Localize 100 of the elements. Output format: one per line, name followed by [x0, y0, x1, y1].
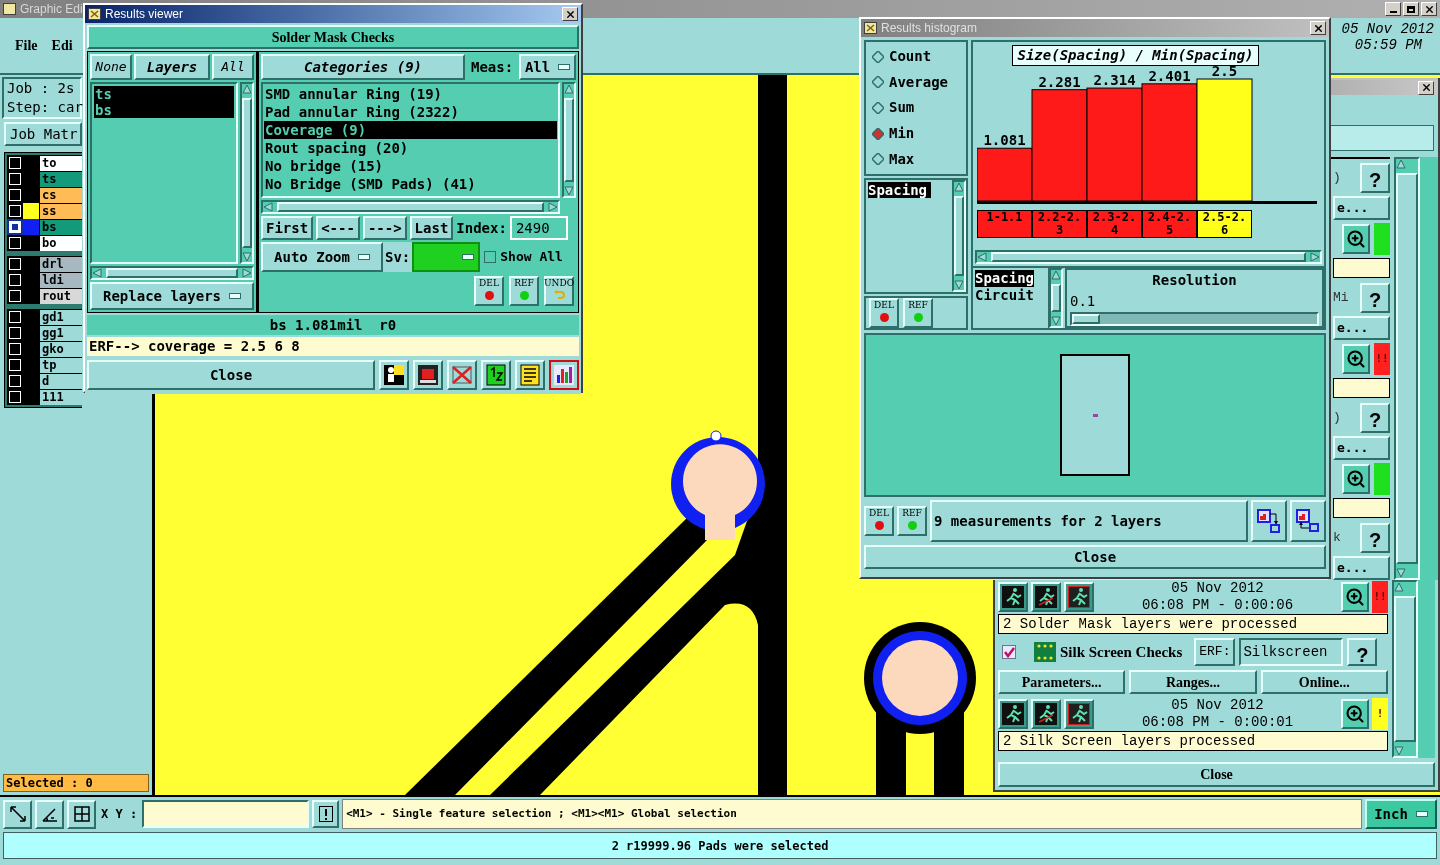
category-list-item[interactable]: Rout spacing (20): [264, 139, 557, 157]
layer-name[interactable]: to: [40, 155, 82, 171]
mode-radio[interactable]: Count: [872, 46, 966, 68]
attribute-list-item[interactable]: Spacing: [975, 270, 1034, 287]
categories-button[interactable]: Categories (9): [261, 54, 465, 80]
settings-button[interactable]: Online...: [1260, 670, 1388, 694]
layer-name[interactable]: 111: [40, 389, 82, 405]
category-list-item[interactable]: Pad annular Ring (2322): [264, 103, 557, 121]
close-button[interactable]: Close: [87, 360, 375, 390]
scrollbar[interactable]: [1394, 157, 1420, 580]
select-button[interactable]: None: [90, 54, 132, 80]
replace-mode-dropdown[interactable]: Replace layers: [90, 282, 254, 310]
category-list-item[interactable]: Coverage (9): [264, 121, 557, 139]
slider-thumb[interactable]: [1072, 314, 1100, 324]
category-list-item[interactable]: No Bridge (SMD Pads) (41): [264, 175, 557, 193]
nav-button[interactable]: --->: [362, 216, 407, 240]
scrollbar[interactable]: [562, 82, 576, 198]
import-button[interactable]: [1290, 500, 1326, 542]
layer-name[interactable]: ts: [40, 171, 82, 187]
refresh-button[interactable]: REF: [509, 276, 539, 306]
help-button[interactable]: ?: [1347, 638, 1378, 666]
help-button[interactable]: ?: [1360, 523, 1390, 553]
delete-button[interactable]: DEL: [869, 298, 899, 328]
scrollbar[interactable]: [90, 266, 254, 280]
layer-checkbox[interactable]: [7, 288, 23, 304]
layer-name[interactable]: gg1: [40, 325, 82, 341]
layer-name[interactable]: ldi: [40, 272, 82, 288]
layer-name[interactable]: bs: [40, 219, 82, 235]
layer-name[interactable]: drl: [40, 256, 82, 272]
refresh-button[interactable]: REF: [903, 298, 933, 328]
more-button[interactable]: e...: [1333, 316, 1390, 340]
layer-name[interactable]: gd1: [40, 309, 82, 325]
scrollbar[interactable]: [240, 82, 254, 264]
layer-checkbox[interactable]: [7, 203, 23, 219]
delete-button[interactable]: DEL: [864, 506, 894, 536]
category-list-item[interactable]: SMD annular Ring (19): [264, 85, 557, 103]
layer-checkbox[interactable]: [7, 357, 23, 373]
zoom-button[interactable]: [1342, 464, 1370, 494]
mode-radio[interactable]: Min: [872, 123, 966, 145]
attribute-list-item[interactable]: Circuit: [975, 287, 1034, 304]
layer-list-item[interactable]: bs: [94, 102, 234, 118]
export-button[interactable]: [1251, 500, 1287, 542]
minimize-button[interactable]: [1385, 2, 1401, 16]
layer-checkbox[interactable]: [7, 341, 23, 357]
zoom-button[interactable]: [1341, 582, 1369, 612]
undo-button[interactable]: UNDO: [544, 276, 574, 306]
menu-item[interactable]: File: [15, 35, 38, 56]
units-dropdown[interactable]: Inch: [1365, 799, 1437, 829]
zoom-button[interactable]: [1341, 699, 1369, 729]
layer-name[interactable]: rout: [40, 288, 82, 304]
layer-name[interactable]: ss: [40, 203, 82, 219]
layer-list-item[interactable]: ts: [94, 86, 234, 102]
layer-checkbox[interactable]: [7, 309, 23, 325]
help-button[interactable]: ?: [1360, 403, 1390, 433]
close-button[interactable]: [562, 7, 578, 21]
layer-checkbox[interactable]: [7, 235, 23, 251]
category-list-item[interactable]: No bridge (15): [264, 157, 557, 175]
layer-checkbox[interactable]: [7, 155, 23, 171]
job-matrix-button[interactable]: Job Matr: [4, 122, 82, 146]
mode-radio[interactable]: Sum: [872, 97, 966, 119]
toolbar-button[interactable]: [3, 799, 32, 829]
close-button[interactable]: [1310, 21, 1326, 35]
mode-radio[interactable]: Max: [872, 148, 966, 170]
layer-checkbox[interactable]: [7, 373, 23, 389]
layer-checkbox[interactable]: [7, 219, 23, 235]
enable-checkbox[interactable]: [1002, 645, 1016, 659]
refresh-button[interactable]: REF: [897, 506, 927, 536]
layer-checkbox[interactable]: [7, 272, 23, 288]
scrollbar[interactable]: [1392, 580, 1418, 758]
resolution-slider[interactable]: [1070, 312, 1319, 326]
toolbar-button[interactable]: [67, 799, 96, 829]
layer-checkbox[interactable]: [7, 325, 23, 341]
settings-button[interactable]: Parameters...: [998, 670, 1126, 694]
zoom-button[interactable]: [1342, 224, 1370, 254]
toolbar-button[interactable]: [35, 799, 64, 829]
restore-button[interactable]: [1403, 2, 1419, 16]
layer-checkbox[interactable]: [7, 187, 23, 203]
mode-radio[interactable]: Average: [872, 71, 966, 93]
scrollbar[interactable]: [1049, 268, 1063, 328]
close-button[interactable]: [1418, 80, 1434, 95]
xy-field[interactable]: [142, 800, 310, 828]
erf-field[interactable]: Silkscreen: [1239, 638, 1344, 666]
close-button[interactable]: Close: [998, 762, 1435, 787]
layer-name[interactable]: bo: [40, 235, 82, 251]
layer-checkbox[interactable]: [7, 171, 23, 187]
menu-item[interactable]: Edi: [51, 35, 73, 56]
nav-button[interactable]: <---: [316, 216, 360, 240]
meas-dropdown[interactable]: All: [519, 54, 576, 80]
zoom-button[interactable]: [1342, 344, 1370, 374]
settings-button[interactable]: Ranges...: [1129, 670, 1257, 694]
layer-checkbox[interactable]: [7, 389, 23, 405]
more-button[interactable]: e...: [1333, 196, 1390, 220]
scrollbar[interactable]: [975, 250, 1322, 264]
help-button[interactable]: ?: [1360, 163, 1390, 193]
layer-checkbox[interactable]: [7, 256, 23, 272]
select-button[interactable]: All: [212, 54, 254, 80]
show-all-checkbox[interactable]: Show All: [484, 247, 563, 267]
index-field[interactable]: 2490: [509, 216, 568, 240]
nav-button[interactable]: First: [261, 216, 314, 240]
alert-button[interactable]: [312, 800, 340, 828]
